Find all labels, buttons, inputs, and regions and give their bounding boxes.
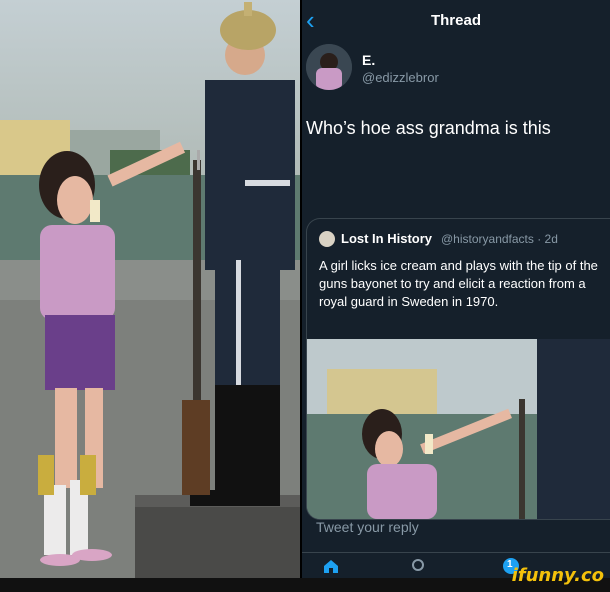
- ifunny-watermark: ifunny.co: [511, 565, 604, 586]
- quoted-text: A girl licks ice cream and plays with th…: [319, 258, 598, 309]
- quoted-tweet[interactable]: Lost In History @historyandfacts · 2d A …: [306, 218, 610, 520]
- quoted-photo[interactable]: [307, 339, 610, 519]
- home-icon[interactable]: [322, 557, 340, 575]
- thread-title: Thread: [430, 12, 481, 29]
- guard-photo: [0, 0, 300, 578]
- quoted-author-name: Lost In History: [341, 231, 433, 246]
- photo-illustration: [0, 0, 300, 578]
- reply-input[interactable]: Tweet your reply: [306, 507, 606, 547]
- thread-header: ‹ Thread: [302, 0, 610, 40]
- quoted-photo-illustration: [307, 339, 610, 519]
- tweet-author-handle[interactable]: @edizzlebror: [362, 70, 439, 85]
- thread-panel: ‹ Thread E. @edizzlebror Who’s hoe ass g…: [302, 0, 610, 578]
- tweet-author-name[interactable]: E.: [362, 52, 375, 68]
- reply-placeholder: Tweet your reply: [316, 519, 419, 535]
- avatar[interactable]: [306, 44, 352, 90]
- search-icon[interactable]: [410, 557, 428, 575]
- quoted-author-handle: @historyandfacts · 2d: [441, 232, 558, 246]
- tweet-text: Who’s hoe ass grandma is this: [306, 118, 551, 138]
- avatar-image: [306, 44, 352, 90]
- quoted-avatar: [319, 231, 335, 247]
